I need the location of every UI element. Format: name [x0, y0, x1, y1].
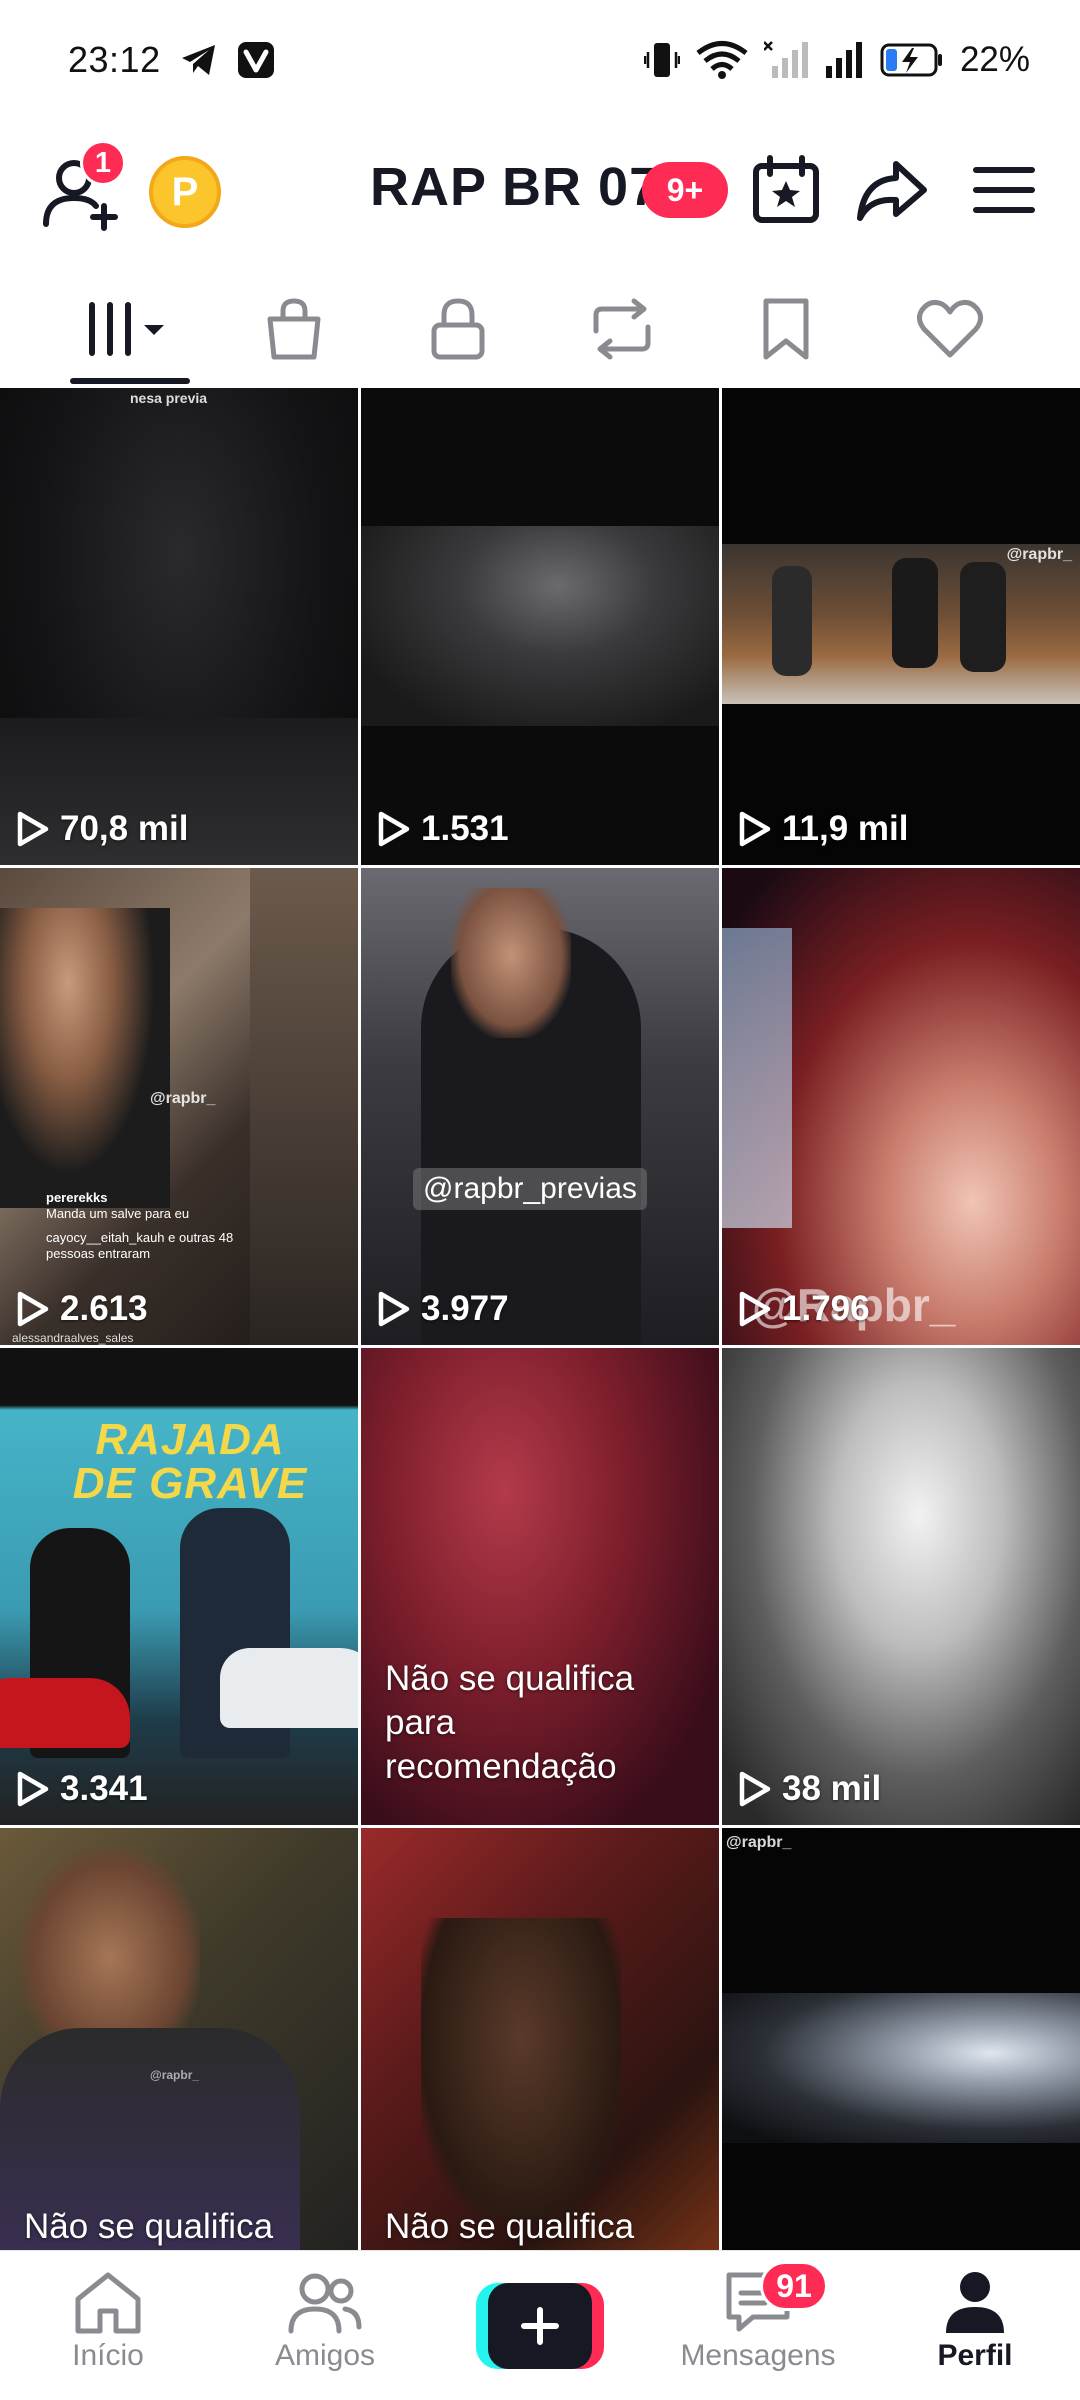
live-comment-user: alessandraalves_sales	[12, 1331, 134, 1345]
video-overlay-text: @rapbr_previas	[413, 1168, 647, 1210]
tab-reposts[interactable]	[562, 270, 682, 388]
video-thumbnail[interactable]: @rapbr_previas 3.977	[361, 868, 719, 1345]
play-icon	[17, 1771, 49, 1807]
video-grid: nesa previa 70,8 mil 1.531 @rapbr_ 11,9 …	[0, 388, 1080, 2250]
video-overlay-text: @rapbr_	[150, 2068, 200, 2082]
video-overlay-text: @rapbr_	[150, 1090, 216, 1107]
play-icon	[739, 1291, 771, 1327]
video-thumbnail[interactable]: 1.531	[361, 388, 719, 865]
video-thumbnail[interactable]: @rapbr_ 11,9 mil	[722, 388, 1080, 865]
play-icon	[739, 1771, 771, 1807]
nav-home-label: Início	[72, 2339, 144, 2372]
view-count: 1.796	[738, 1289, 870, 1329]
video-thumbnail[interactable]: nesa previa 70,8 mil	[0, 388, 358, 865]
repost-icon	[593, 298, 651, 360]
status-bar: 23:12 22%	[0, 0, 1080, 120]
tab-videos[interactable]	[70, 270, 190, 388]
nav-messages-label: Mensagens	[680, 2339, 836, 2372]
profile-header: 1 P RAP BR 07 9+	[0, 130, 1080, 250]
battery-percent: 22%	[959, 40, 1030, 79]
nav-friends[interactable]: Amigos	[262, 2251, 388, 2400]
nav-profile[interactable]: Perfil	[920, 2251, 1030, 2400]
video-thumbnail[interactable]: @rapbr_	[722, 1828, 1080, 2250]
play-icon	[378, 811, 410, 847]
not-eligible-notice: Não se qualifica para recomendação	[385, 1659, 635, 1786]
lock-icon	[431, 298, 485, 360]
play-icon	[17, 811, 49, 847]
profile-icon	[946, 2272, 1004, 2333]
home-icon	[75, 2272, 141, 2334]
view-count: 38 mil	[738, 1769, 881, 1809]
view-count: 70,8 mil	[16, 809, 188, 849]
video-overlay-text: nesa previa	[130, 390, 208, 406]
video-thumbnail[interactable]: Não se qualifica para recomendação	[361, 1828, 719, 2250]
share-profile-button[interactable]	[852, 150, 932, 230]
video-thumbnail[interactable]: 38 mil	[722, 1348, 1080, 1825]
play-icon	[378, 1291, 410, 1327]
live-join-text: cayocy__eitah_kauh e outras 48 pessoas e…	[46, 1230, 234, 1261]
nav-profile-label: Perfil	[937, 2339, 1013, 2372]
video-thumbnail[interactable]: @Rapbr_ 1.796	[722, 868, 1080, 1345]
telegram-icon	[179, 42, 219, 78]
coin-icon[interactable]: P	[149, 156, 221, 228]
vibrate-icon	[643, 40, 680, 80]
play-icon	[739, 811, 771, 847]
plus-icon	[521, 2307, 559, 2345]
view-count: 11,9 mil	[738, 809, 908, 849]
create-video-button[interactable]	[476, 2283, 604, 2369]
menu-button[interactable]	[964, 150, 1044, 230]
wifi-icon	[696, 40, 748, 80]
shopping-bag-icon	[267, 298, 321, 360]
video-thumbnail[interactable]: @rapbr_ pererekks Manda um salve para eu…	[0, 868, 358, 1345]
tab-shop[interactable]	[234, 270, 354, 388]
account-switch-badge[interactable]: 9+	[642, 162, 728, 218]
tab-liked[interactable]	[890, 270, 1010, 388]
nav-friends-label: Amigos	[274, 2339, 376, 2372]
nav-home[interactable]: Início	[46, 2251, 170, 2400]
active-tab-indicator	[70, 378, 190, 384]
calendar-button[interactable]	[746, 150, 826, 230]
friends-icon	[288, 2273, 362, 2334]
not-eligible-notice: Não se qualifica para recomendação	[24, 2207, 274, 2246]
live-comment-text: Manda um salve para eu	[46, 1206, 190, 1221]
battery-charging-icon	[880, 42, 944, 78]
bottom-navigation: Início Amigos Mensagens 91 Perfil	[0, 2250, 1080, 2400]
messages-badge: 91	[760, 2261, 828, 2311]
status-time: 23:12	[68, 39, 161, 80]
vivaldi-icon	[237, 41, 275, 79]
heart-icon	[916, 300, 984, 358]
view-count: 3.341	[16, 1769, 148, 1809]
friend-request-badge: 1	[80, 140, 126, 186]
video-thumbnail[interactable]: Não se qualifica para recomendação	[361, 1348, 719, 1825]
view-count: 1.531	[377, 809, 509, 849]
share-icon	[857, 161, 927, 221]
grid-columns-icon	[89, 302, 164, 356]
view-count: 3.977	[377, 1289, 509, 1329]
signal-icon	[824, 40, 864, 80]
live-comment-user: pererekks	[46, 1190, 108, 1205]
not-eligible-notice: Não se qualifica para recomendação	[385, 2207, 635, 2246]
video-thumbnail[interactable]: @rapbr_ Não se qualifica para recomendaç…	[0, 1828, 358, 2250]
bookmark-icon	[763, 298, 809, 360]
profile-username[interactable]: RAP BR 07	[370, 156, 660, 218]
menu-icon	[973, 167, 1035, 213]
video-thumbnail[interactable]: RAJADA DE GRAVE 3.341	[0, 1348, 358, 1825]
tab-favorites[interactable]	[726, 270, 846, 388]
calendar-star-icon	[753, 155, 819, 223]
tab-private[interactable]	[398, 270, 518, 388]
profile-tabs	[0, 270, 1080, 388]
video-overlay-text: @rapbr_	[726, 1834, 792, 1851]
view-count: 2.613	[16, 1289, 148, 1329]
signal-x-icon	[763, 40, 808, 80]
video-overlay-text: RAJADA DE GRAVE	[72, 1415, 308, 1508]
video-overlay-text: @rapbr_	[1006, 546, 1072, 563]
play-icon	[17, 1291, 49, 1327]
